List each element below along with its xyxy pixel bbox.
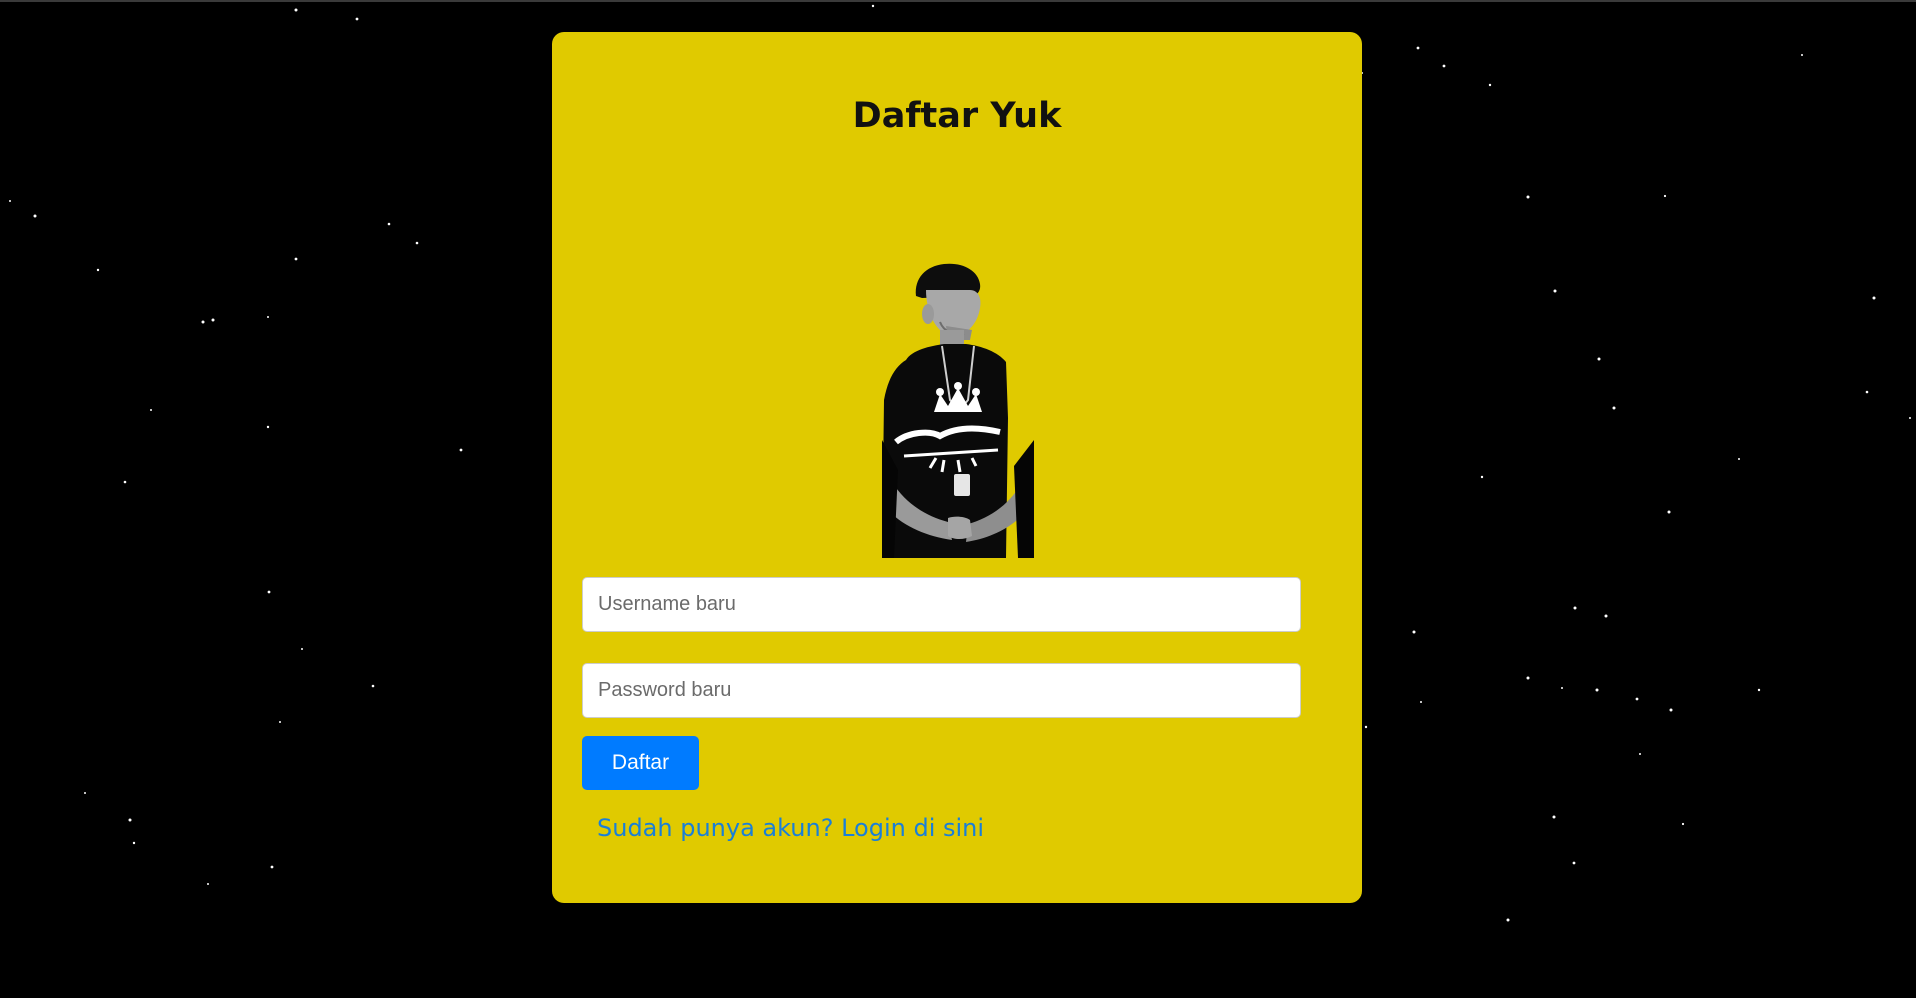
page-title: Daftar Yuk [852, 96, 1062, 136]
person-photo-icon [882, 263, 1034, 558]
avatar [882, 260, 1034, 558]
password-input[interactable] [582, 663, 1301, 718]
username-input[interactable] [582, 577, 1301, 632]
register-button[interactable]: Daftar [582, 736, 699, 790]
login-link[interactable]: Sudah punya akun? Login di sini [597, 814, 984, 842]
register-card: Daftar Yuk Daftar Sudah [552, 32, 1362, 903]
